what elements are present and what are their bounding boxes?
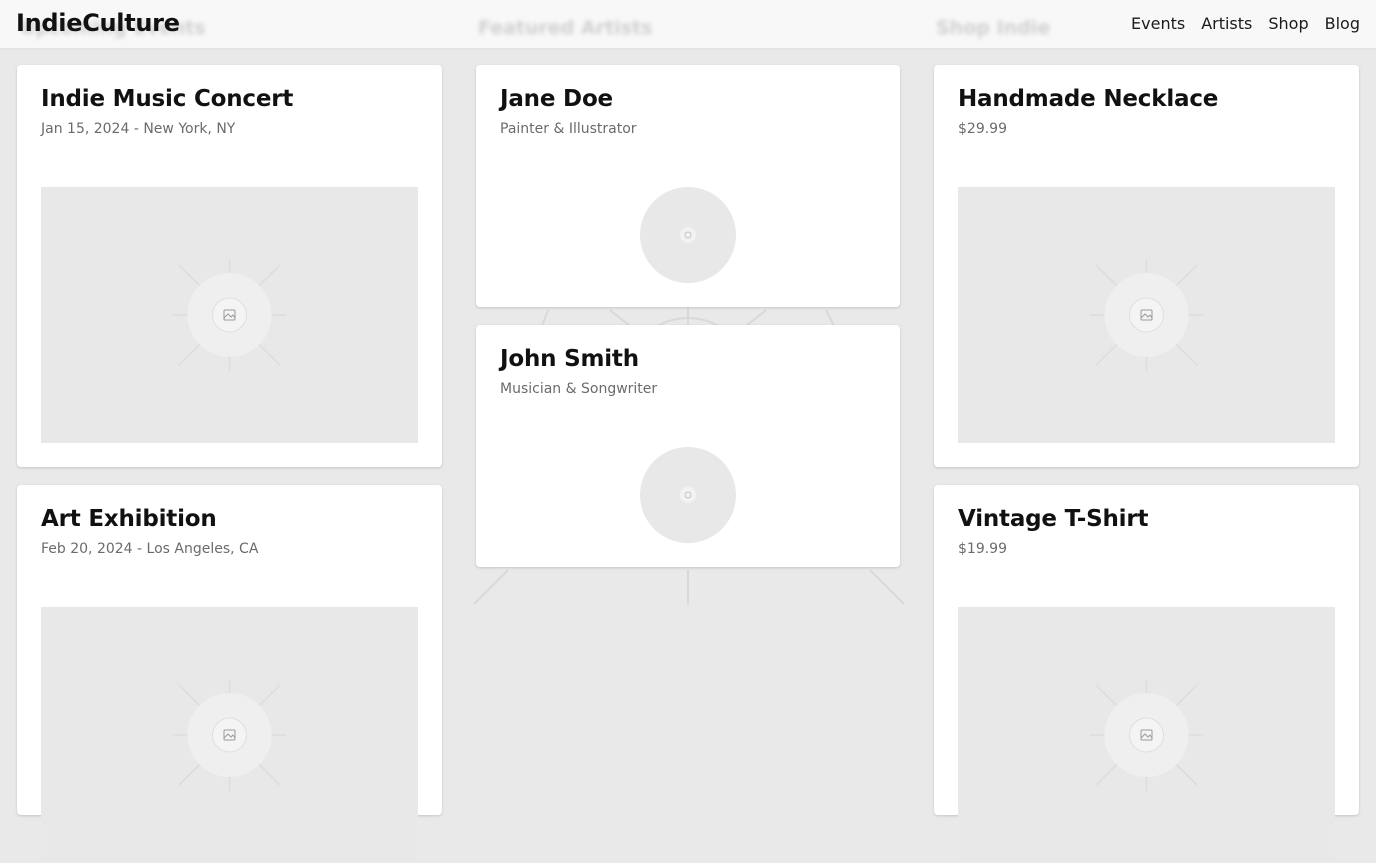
event-image [41, 607, 418, 863]
event-card[interactable]: Art Exhibition Feb 20, 2024 - Los Angele… [17, 485, 442, 863]
nav-link-artists[interactable]: Artists [1201, 14, 1252, 33]
product-image [958, 187, 1335, 443]
nav-link-shop[interactable]: Shop [1268, 14, 1308, 33]
product-image [958, 607, 1335, 863]
avatar-icon [680, 227, 696, 243]
event-meta: Feb 20, 2024 - Los Angeles, CA [41, 541, 259, 557]
artist-card[interactable]: Jane Doe Painter & Illustrator [476, 65, 900, 307]
event-title: Indie Music Concert [41, 86, 294, 112]
event-meta: Jan 15, 2024 - New York, NY [41, 121, 236, 137]
top-header: Upcoming Events Featured Artists Shop In… [0, 0, 1376, 48]
main-nav: Events Artists Shop Blog [1131, 14, 1360, 33]
nav-link-events[interactable]: Events [1131, 14, 1185, 33]
product-name: Vintage T-Shirt [958, 506, 1149, 532]
product-name: Handmade Necklace [958, 86, 1219, 112]
product-card[interactable]: Handmade Necklace $29.99 [934, 65, 1359, 467]
event-title: Art Exhibition [41, 506, 217, 532]
artist-role: Painter & Illustrator [500, 121, 637, 137]
image-icon [173, 259, 286, 371]
artist-role: Musician & Songwriter [500, 381, 658, 397]
artist-avatar [640, 187, 736, 283]
column-heading-shop: Shop Indie [936, 17, 1051, 39]
event-card[interactable]: Indie Music Concert Jan 15, 2024 - New Y… [17, 65, 442, 467]
nav-link-blog[interactable]: Blog [1325, 14, 1360, 33]
image-icon [1090, 259, 1203, 371]
avatar-icon [680, 487, 696, 503]
product-card[interactable]: Vintage T-Shirt $19.99 [934, 485, 1359, 863]
image-icon [1090, 679, 1203, 791]
column-heading-artists: Featured Artists [478, 17, 653, 39]
artist-card[interactable]: John Smith Musician & Songwriter [476, 325, 900, 567]
event-image [41, 187, 418, 443]
artist-name: Jane Doe [500, 86, 613, 112]
product-price: $19.99 [958, 541, 1007, 557]
artist-avatar [640, 447, 736, 543]
product-price: $29.99 [958, 121, 1007, 137]
brand-logo[interactable]: IndieCulture [16, 9, 180, 37]
image-icon [173, 679, 286, 791]
artist-name: John Smith [500, 346, 639, 372]
